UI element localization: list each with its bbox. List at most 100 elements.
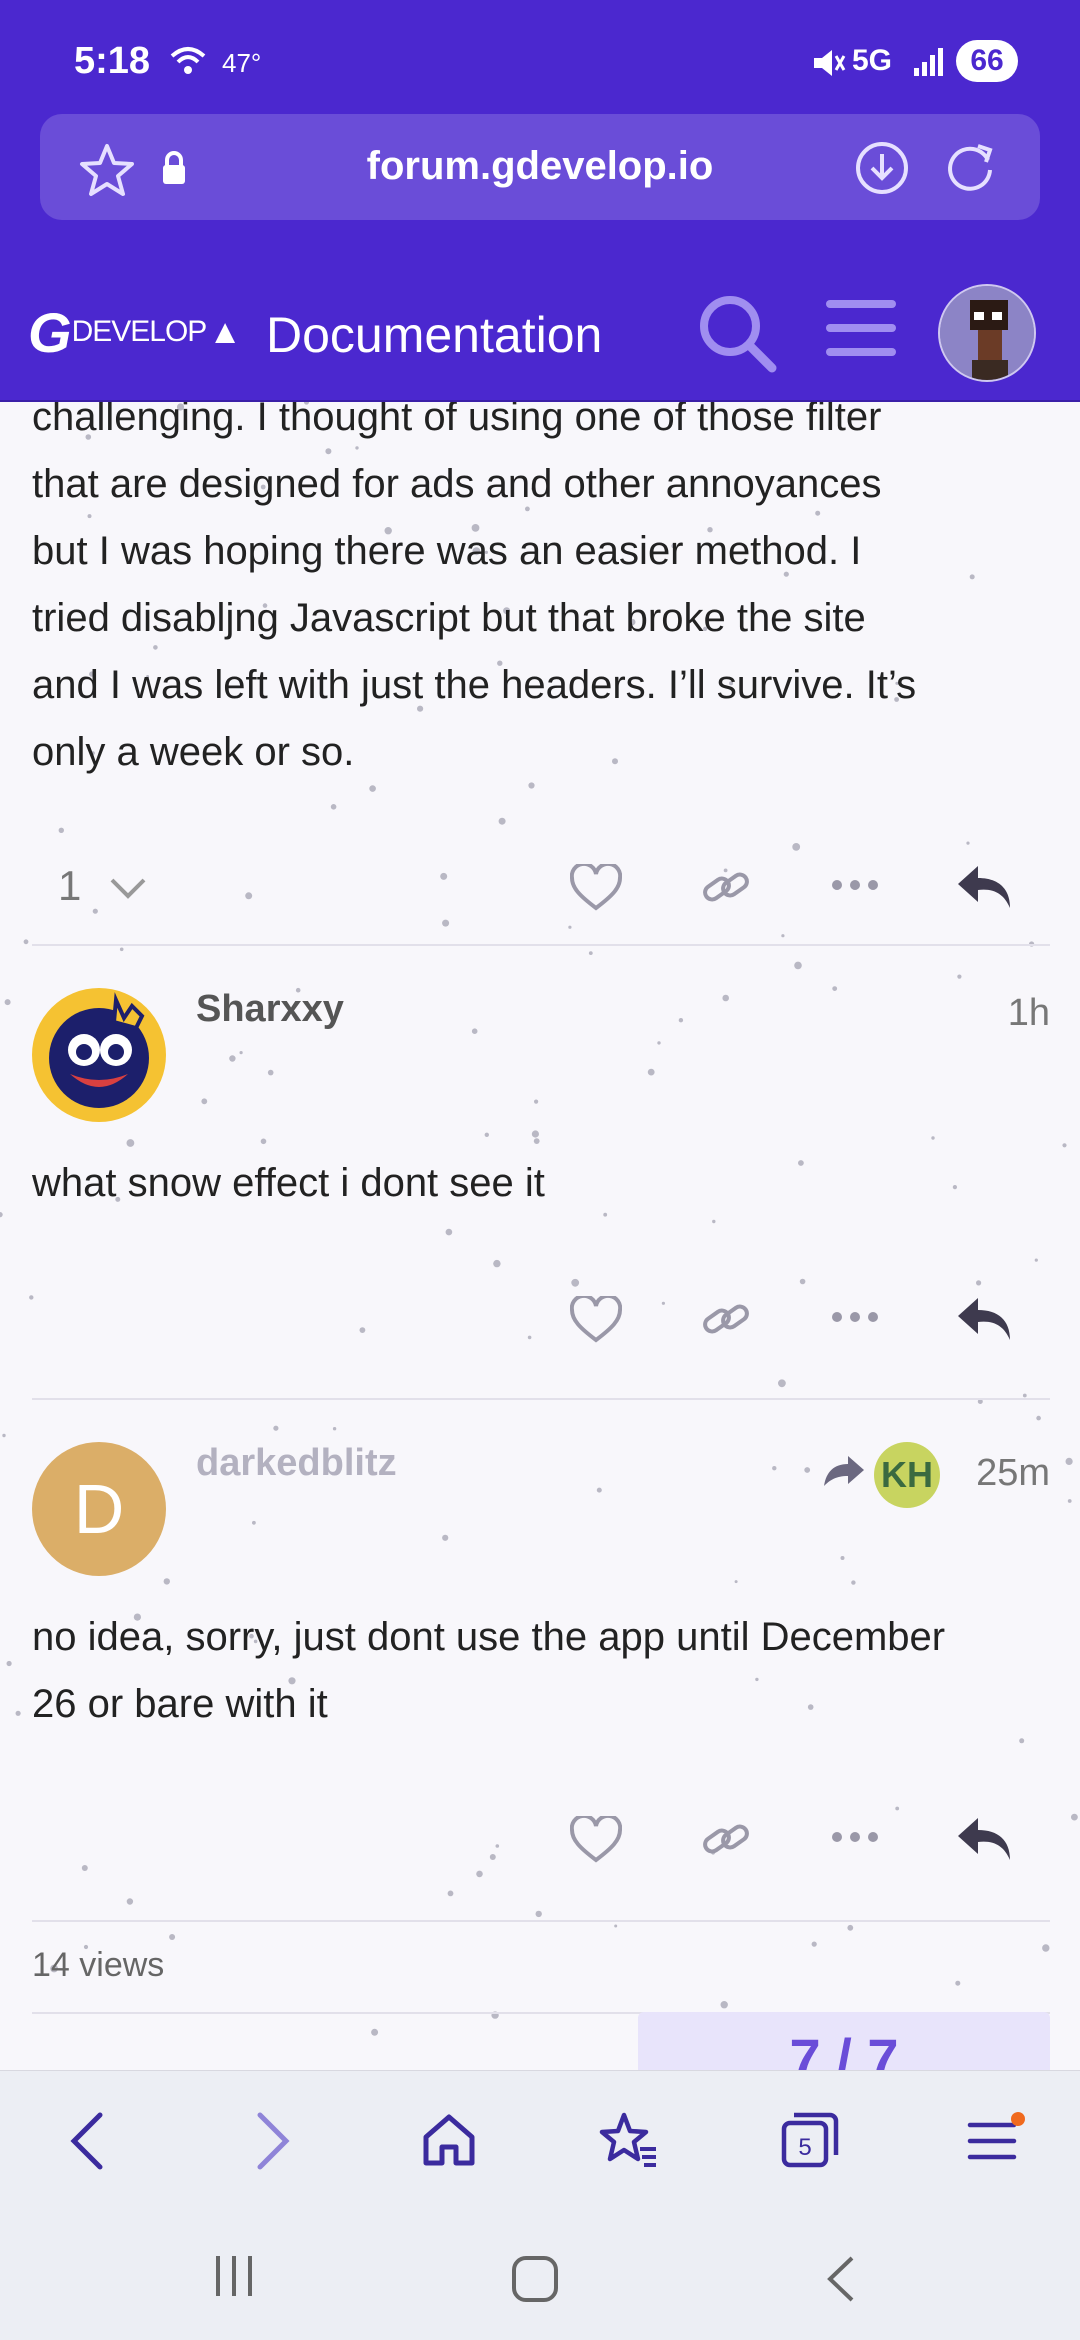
- snowflake: [0, 1212, 3, 1218]
- like-heart-icon[interactable]: [569, 1293, 623, 1349]
- chevron-down-icon[interactable]: [108, 872, 148, 907]
- snowflake: [1067, 1499, 1072, 1503]
- post-divider: [32, 1920, 1050, 1922]
- snowflake: [847, 1924, 854, 1931]
- snowflake: [811, 1941, 817, 1947]
- reply-arrow-icon: [822, 1452, 866, 1493]
- like-count[interactable]: 1: [58, 862, 81, 910]
- snowflake: [1042, 1944, 1050, 1952]
- wifi-icon: [168, 44, 208, 83]
- view-count: 14 views: [32, 1946, 165, 1984]
- snowflake: [119, 947, 124, 952]
- more-options-icon[interactable]: [830, 1310, 880, 1329]
- snowflake: [332, 1427, 337, 1431]
- search-icon[interactable]: [692, 288, 782, 383]
- status-bar: 5:18 47° 5G 66: [0, 0, 1080, 112]
- snowflake: [1065, 1457, 1073, 1465]
- more-options-icon[interactable]: [830, 878, 880, 897]
- snowflake: [442, 1534, 449, 1541]
- post-body: challenging. I thought of using one of t…: [32, 402, 1062, 786]
- reply-to-avatar[interactable]: KH: [874, 1442, 940, 1508]
- topic-progress[interactable]: 7 / 7: [638, 2012, 1050, 2070]
- snowflake: [976, 1280, 982, 1286]
- snowflake: [163, 1578, 170, 1585]
- menu-icon[interactable]: [966, 2111, 1026, 2174]
- snowflake: [678, 1018, 684, 1023]
- snowflake: [252, 1520, 256, 1525]
- post-actions: 1: [0, 854, 1080, 924]
- snowflake: [1062, 1143, 1067, 1148]
- snowflake: [722, 994, 729, 1002]
- home-icon[interactable]: [420, 2111, 478, 2174]
- post-time[interactable]: 25m: [976, 1452, 1050, 1495]
- snowflake: [712, 1219, 716, 1224]
- forward-icon[interactable]: [250, 2111, 294, 2176]
- snowflake: [778, 1379, 786, 1388]
- snowflake: [6, 1660, 12, 1667]
- snowflake: [614, 1924, 618, 1928]
- snowflake: [445, 1228, 453, 1236]
- post-text-line: only a week or so.: [32, 730, 355, 774]
- snowflake: [23, 939, 29, 945]
- recent-apps-icon[interactable]: [212, 2254, 256, 2303]
- post-text-line: and I was left with just the headers. I’…: [32, 663, 917, 707]
- snowflake: [484, 1132, 489, 1137]
- like-heart-icon[interactable]: [569, 861, 623, 917]
- snowflake: [15, 1710, 21, 1716]
- snowflake: [596, 1487, 602, 1493]
- hamburger-menu-icon[interactable]: [824, 294, 898, 369]
- signal-icon: [912, 46, 946, 83]
- tab-count: 5: [798, 2134, 811, 2161]
- post-text-line: 26 or bare with it: [32, 1682, 328, 1726]
- like-heart-icon[interactable]: [569, 1813, 623, 1869]
- reload-icon[interactable]: [944, 140, 1000, 201]
- reply-icon[interactable]: [956, 1294, 1014, 1349]
- snowflake: [1019, 1738, 1025, 1744]
- user-avatar-sharxxy[interactable]: [32, 988, 166, 1122]
- link-icon[interactable]: [700, 864, 752, 917]
- username[interactable]: Sharxxy: [196, 988, 344, 1031]
- tabs-icon[interactable]: 5: [780, 2111, 840, 2174]
- snowflake: [126, 1139, 135, 1147]
- page-title[interactable]: Documentation: [266, 306, 602, 364]
- address-bar[interactable]: forum.gdevelop.io: [40, 114, 1040, 220]
- snowflake: [239, 1051, 243, 1055]
- snowflake: [498, 817, 506, 825]
- topic-progress-label: 7 / 7: [789, 2027, 899, 2070]
- snowflake: [781, 934, 785, 938]
- system-back-icon[interactable]: [822, 2254, 858, 2309]
- gdevelop-logo[interactable]: G DEVELOP ▲: [28, 292, 242, 372]
- back-icon[interactable]: [66, 2111, 110, 2176]
- user-avatar-darkedblitz[interactable]: D: [32, 1442, 166, 1576]
- bookmarks-icon[interactable]: [598, 2111, 660, 2174]
- snowflake: [832, 986, 838, 991]
- post-text-line: what snow effect i dont see it: [32, 1161, 545, 1205]
- snowflake: [531, 1130, 540, 1138]
- snowflake: [533, 1138, 540, 1144]
- mute-icon: [810, 46, 846, 85]
- snowflake: [4, 999, 11, 1006]
- post-body: no idea, sorry, just dont use the app un…: [32, 1604, 1062, 1738]
- link-icon[interactable]: [700, 1816, 752, 1869]
- reply-icon[interactable]: [956, 862, 1014, 917]
- link-icon[interactable]: [700, 1296, 752, 1349]
- topic-stream: challenging. I thought of using one of t…: [0, 402, 1080, 2070]
- user-avatar-icon[interactable]: [938, 284, 1036, 382]
- more-options-icon[interactable]: [830, 1830, 880, 1849]
- snowflake: [955, 1980, 961, 1986]
- post-time[interactable]: 1h: [1008, 992, 1050, 1035]
- username[interactable]: darkedblitz: [196, 1442, 397, 1485]
- post-text-line: tried disabljng Javascript but that brok…: [32, 596, 866, 640]
- snowflake: [966, 841, 970, 845]
- reply-icon[interactable]: [956, 1814, 1014, 1869]
- snowflake: [2, 1433, 6, 1438]
- browser-toolbar: forum.gdevelop.io: [0, 112, 1080, 268]
- snowflake: [792, 843, 801, 851]
- snowflake: [931, 1136, 935, 1140]
- download-icon[interactable]: [854, 140, 910, 201]
- snowflake: [1022, 1393, 1027, 1398]
- snowflake: [1036, 1415, 1041, 1421]
- snowflake: [273, 1425, 279, 1431]
- snowflake: [535, 1910, 542, 1918]
- home-button-icon[interactable]: [510, 2254, 560, 2309]
